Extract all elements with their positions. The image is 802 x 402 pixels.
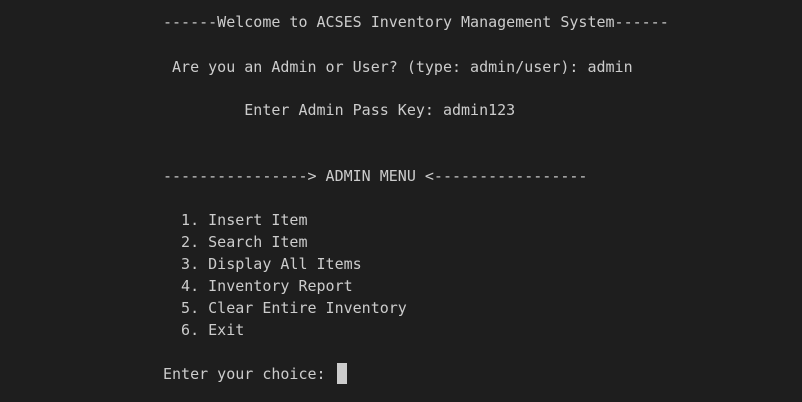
admin-menu-list: 1. Insert Item 2. Search Item 3. Display… xyxy=(163,209,407,341)
choice-prompt-line[interactable]: Enter your choice: xyxy=(163,363,347,385)
menu-item-search: 2. Search Item xyxy=(163,233,308,251)
admin-menu-header: ----------------> ADMIN MENU <----------… xyxy=(163,167,588,185)
choice-prompt-label: Enter your choice: xyxy=(163,365,335,383)
menu-item-insert: 1. Insert Item xyxy=(163,211,308,229)
welcome-banner: ------Welcome to ACSES Inventory Managem… xyxy=(163,13,669,31)
menu-item-clear-inventory: 5. Clear Entire Inventory xyxy=(163,299,407,317)
menu-item-display-all: 3. Display All Items xyxy=(163,255,362,273)
menu-item-inventory-report: 4. Inventory Report xyxy=(163,277,353,295)
terminal-window[interactable]: ------Welcome to ACSES Inventory Managem… xyxy=(0,0,802,402)
terminal-cursor[interactable] xyxy=(336,363,347,384)
menu-item-exit: 6. Exit xyxy=(163,321,245,339)
role-prompt-line: Are you an Admin or User? (type: admin/u… xyxy=(163,58,633,76)
passkey-prompt-line: Enter Admin Pass Key: admin123 xyxy=(163,101,516,119)
